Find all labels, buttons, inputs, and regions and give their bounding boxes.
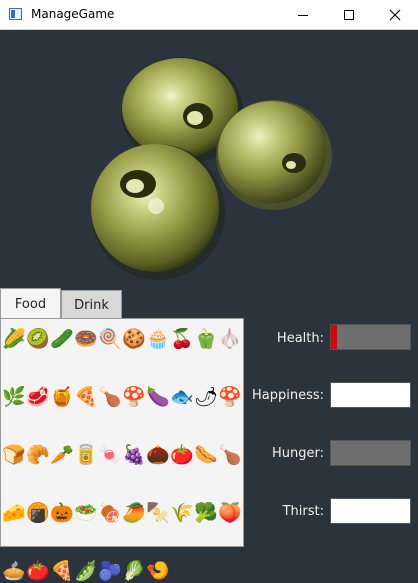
kebab-icon[interactable]: 🍢 [146, 501, 170, 525]
chili-icon[interactable]: 🌶 [194, 385, 218, 409]
health-bar [330, 324, 411, 350]
lettuce-icon[interactable]: 🥬 [122, 559, 146, 583]
blueberries-icon[interactable]: 🫐 [98, 559, 122, 583]
maximize-button[interactable] [326, 0, 372, 29]
cherries-icon[interactable]: 🍒 [170, 327, 194, 351]
eggplant-icon[interactable]: 🍆 [146, 385, 170, 409]
leek-icon[interactable]: 🌿 [2, 385, 26, 409]
cookie-icon[interactable]: 🍪 [122, 327, 146, 351]
minimize-icon [298, 14, 308, 16]
chicken-plate-icon[interactable]: 🍖 [98, 501, 122, 525]
health-label: Health: [276, 331, 324, 346]
donut-icon[interactable]: 🍩 [74, 327, 98, 351]
hunger-bar [330, 440, 411, 466]
food-grid-panel: 🌽 🥝 🥒 🍩 🍭 🍪 🧁 🍒 🫑 🧄 🌿 🥩 🍯 🍕 🍗 🍄 🍆 🐟 🌶 🍄 🍞 🥐 🥕 🥫 🍬 🍇 🌰 🍅 🌭 🍗 🧀 🍘 🎃 🥗 🍖 🥭 🍢 🌾 🥦 🍑… [0, 318, 244, 582]
cracker-icon[interactable]: 🍘 [26, 501, 50, 525]
grapes-icon[interactable]: 🍇 [122, 443, 146, 467]
hunger-label: Hunger: [272, 446, 324, 461]
salad-bowl-icon[interactable]: 🥗 [74, 501, 98, 525]
pet-image [0, 30, 418, 288]
drumstick-icon[interactable]: 🍗 [98, 385, 122, 409]
pumpkin-icon[interactable]: 🎃 [50, 501, 74, 525]
cupcake-icon[interactable]: 🧁 [146, 327, 170, 351]
food-grid: 🌽 🥝 🥒 🍩 🍭 🍪 🧁 🍒 🫑 🧄 🌿 🥩 🍯 🍕 🍗 🍄 🍆 🐟 🌶 🍄 🍞 🥐 🥕 🥫 🍬 🍇 🌰 🍅 🌭 🍗 🧀 🍘 🎃 🥗 🍖 🥭 🍢 🌾 🥦 🍑… [2, 327, 246, 583]
pie-slice-icon[interactable]: 🥧 [2, 559, 26, 583]
tab-drink[interactable]: Drink [61, 290, 122, 319]
bread-icon[interactable]: 🍞 [2, 443, 26, 467]
soup-can-icon[interactable]: 🥫 [74, 443, 98, 467]
olive-pet-icon [91, 57, 332, 280]
cheese-icon[interactable]: 🧀 [2, 501, 26, 525]
papaya-icon[interactable]: 🥭 [122, 501, 146, 525]
thirst-bar [330, 498, 411, 524]
lollipop-icon[interactable]: 🍭 [98, 327, 122, 351]
close-button[interactable] [372, 0, 418, 29]
health-bar-fill [331, 325, 338, 349]
bell-pepper-icon[interactable]: 🫑 [194, 327, 218, 351]
wheat-icon[interactable]: 🌾 [170, 501, 194, 525]
fish-icon[interactable]: 🐟 [170, 385, 194, 409]
tomato-icon[interactable]: 🍅 [170, 443, 194, 467]
corn-icon[interactable]: 🌽 [2, 327, 26, 351]
cucumber-icon[interactable]: 🥒 [50, 327, 74, 351]
honey-jar-icon[interactable]: 🍯 [50, 385, 74, 409]
window-title: ManageGame [31, 7, 115, 21]
shrimp-icon[interactable]: 🍤 [146, 559, 170, 583]
app-window-icon [9, 8, 22, 20]
tomato-icon[interactable]: 🍅 [26, 559, 50, 583]
pizza-icon[interactable]: 🍕 [50, 559, 74, 583]
sea-urchin-icon[interactable]: 🌰 [146, 443, 170, 467]
carrot-icon[interactable]: 🥕 [50, 443, 74, 467]
hunger-bar-fill [331, 441, 410, 465]
happiness-label: Happiness: [251, 388, 324, 403]
mushroom-icon[interactable]: 🍄 [122, 385, 146, 409]
ham-icon[interactable]: 🥩 [26, 385, 50, 409]
croissant-icon[interactable]: 🥐 [26, 443, 50, 467]
maximize-icon [344, 9, 354, 20]
candy-icon[interactable]: 🍬 [98, 443, 122, 467]
peas-icon[interactable]: 🫛 [74, 559, 98, 583]
tab-food[interactable]: Food [0, 288, 61, 320]
title-bar: ManageGame [0, 0, 418, 30]
broccoli-icon[interactable]: 🥦 [194, 501, 218, 525]
sausage-icon[interactable]: 🌭 [194, 443, 218, 467]
thirst-label: Thirst: [282, 504, 324, 519]
kiwi-icon[interactable]: 🥝 [26, 327, 50, 351]
minimize-button[interactable] [280, 0, 326, 29]
close-icon [389, 9, 401, 20]
happiness-bar [330, 382, 411, 408]
pizza-slice-icon[interactable]: 🍕 [74, 385, 98, 409]
